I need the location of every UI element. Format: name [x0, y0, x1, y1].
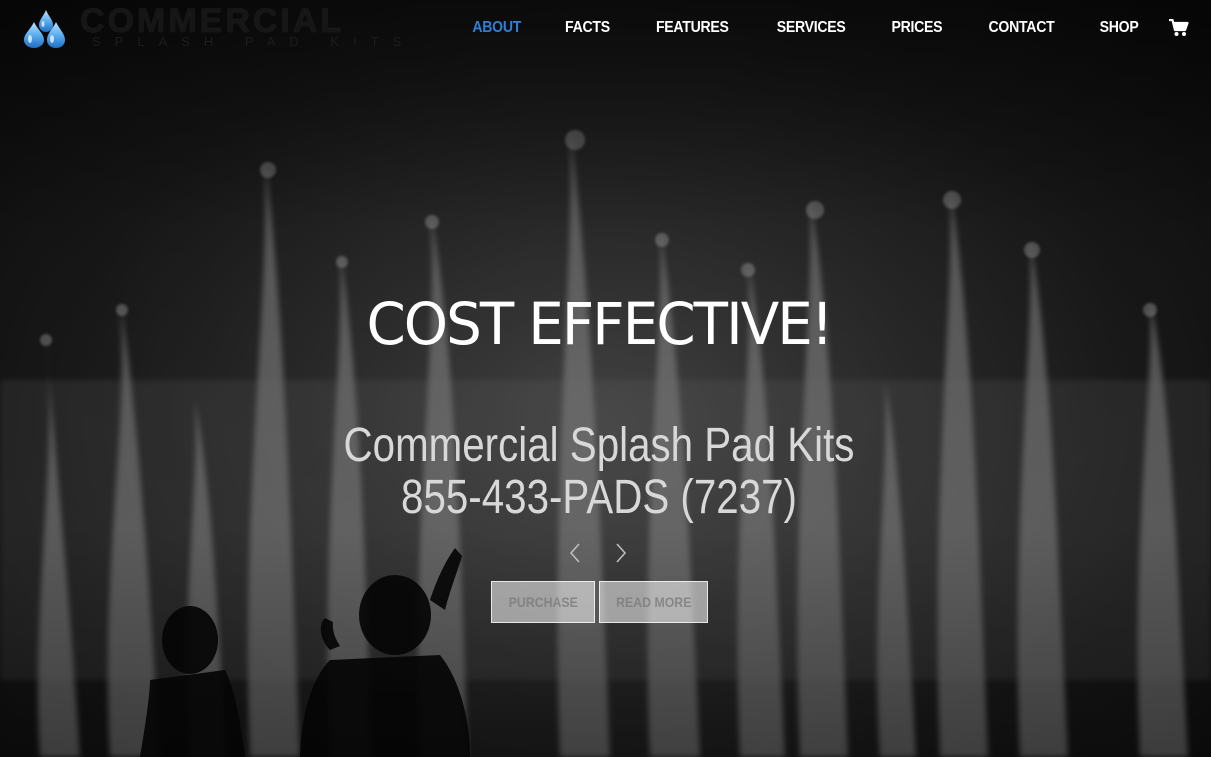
chevron-right-icon[interactable]	[608, 540, 634, 566]
hero-headline: COST EFFECTIVE!	[366, 290, 833, 358]
read-more-button[interactable]: READ MORE	[599, 581, 708, 623]
hero-buttons: PURCHASE READ MORE	[491, 581, 708, 623]
nav-item-about[interactable]: ABOUT	[472, 19, 521, 37]
nav-item-prices[interactable]: PRICES	[892, 19, 943, 37]
hero-subtitle: Commercial Splash Pad Kits 855-433-PADS …	[96, 420, 1102, 524]
read-more-button-label: READ MORE	[615, 594, 692, 610]
hero-subtitle-line1: Commercial Splash Pad Kits	[343, 419, 855, 472]
purchase-button-label: PURCHASE	[508, 594, 578, 610]
nav-item-contact[interactable]: CONTACT	[988, 19, 1054, 37]
brand-logo[interactable]: COMMERCIAL SPLASH PAD KITS	[22, 2, 422, 52]
site-header: COMMERCIAL SPLASH PAD KITS ABOUT FACTS F…	[0, 0, 1211, 56]
brand-subtitle: SPLASH PAD KITS	[92, 34, 416, 49]
slider-controls	[562, 540, 636, 566]
nav-item-services[interactable]: SERVICES	[777, 19, 846, 37]
shopping-cart-icon[interactable]	[1169, 19, 1189, 37]
nav-item-features[interactable]: FEATURES	[656, 19, 729, 37]
water-drops-icon	[24, 10, 65, 48]
dark-overlay	[0, 0, 1211, 757]
chevron-left-icon[interactable]	[562, 540, 588, 566]
nav-item-facts[interactable]: FACTS	[565, 19, 610, 37]
hero-section	[0, 0, 1211, 757]
hero-phone-number: 855-433-PADS (7237)	[401, 471, 797, 524]
main-nav: ABOUT FACTS FEATURES SERVICES PRICES CON…	[431, 0, 1189, 56]
purchase-button[interactable]: PURCHASE	[491, 581, 595, 623]
nav-item-shop[interactable]: SHOP	[1099, 19, 1138, 37]
